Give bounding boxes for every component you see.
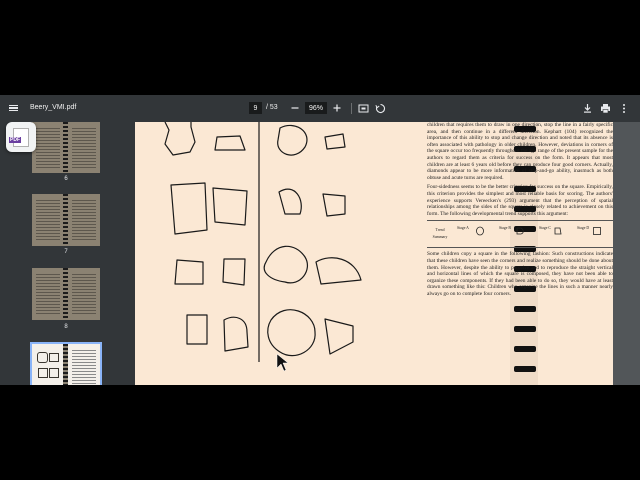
pdf-badge-text: PDF <box>9 136 21 143</box>
drawn-shape <box>186 314 208 345</box>
thumbnail-label: 6 <box>64 176 68 182</box>
thumbnail-sidebar: 6 7 8 PDF <box>0 122 135 385</box>
pdf-viewer: Beery_VMI.pdf 9 / 53 96% 6 7 8 PDF child… <box>0 95 640 385</box>
rotate-icon[interactable] <box>375 103 386 114</box>
stage-label: Stage B <box>499 226 511 231</box>
drawn-shape <box>222 258 246 286</box>
spiral-binding <box>514 346 536 352</box>
drawn-shape <box>324 318 354 355</box>
page-number-input[interactable]: 9 <box>249 102 262 114</box>
drawn-shape <box>174 259 204 285</box>
print-icon[interactable] <box>600 103 611 114</box>
stage-a-shape <box>476 226 484 236</box>
zoom-level-input[interactable]: 96% <box>305 102 327 114</box>
drawn-shape <box>277 124 308 156</box>
pdf-file-icon: PDF <box>6 122 36 152</box>
document-page: children that requires them to draw in o… <box>135 122 640 385</box>
thumbnail-page-9[interactable] <box>30 342 102 385</box>
thumbnail-label: 7 <box>64 249 68 255</box>
thumbnail-page-6[interactable] <box>32 122 100 173</box>
drawn-shape <box>214 135 246 151</box>
thumbnail-page-8[interactable] <box>32 268 100 320</box>
trend-label: Trend Summary <box>432 228 448 239</box>
download-icon[interactable] <box>582 103 593 114</box>
mouse-cursor <box>276 353 289 372</box>
thumbnail-page-7[interactable] <box>32 194 100 246</box>
trend-summary-row: Trend Summary Stage A Stage B Stage C St… <box>427 220 613 249</box>
file-name: Beery_VMI.pdf <box>30 104 77 111</box>
drawn-shape <box>267 309 316 357</box>
drawn-shape <box>278 188 302 215</box>
stage-d-shape <box>593 227 601 236</box>
body-text: children that requires them to draw in o… <box>427 122 613 300</box>
zoom-out-icon[interactable] <box>290 103 300 113</box>
drawn-shape <box>315 257 362 285</box>
page-total: / 53 <box>266 104 278 111</box>
paragraph: Four-sidedness seems to be the better cr… <box>427 184 613 217</box>
stage-b-shape <box>516 227 524 235</box>
paragraph: Some children copy a square in the follo… <box>427 251 613 297</box>
drawn-shape <box>170 182 208 235</box>
drawn-shape <box>164 122 196 156</box>
spiral-binding <box>514 326 536 332</box>
thumbnail-label: 8 <box>64 324 68 330</box>
menu-icon[interactable] <box>7 102 19 114</box>
stage-label: Stage D <box>577 226 590 231</box>
zoom-in-icon[interactable] <box>332 103 342 113</box>
drawn-shape <box>212 187 248 226</box>
more-vert-icon[interactable] <box>620 103 628 114</box>
fit-page-icon[interactable] <box>358 103 369 114</box>
drawn-shape <box>322 193 346 217</box>
spiral-binding <box>514 366 536 372</box>
drawn-shape <box>263 245 308 284</box>
toolbar: Beery_VMI.pdf 9 / 53 96% <box>0 95 640 122</box>
stage-label: Stage A <box>457 226 469 231</box>
page-edge-background <box>613 122 640 385</box>
paragraph: children that requires them to draw in o… <box>427 122 613 181</box>
stage-c-shape <box>554 227 562 235</box>
stage-label: Stage C <box>539 226 551 231</box>
drawn-shape <box>324 133 346 150</box>
drawn-shape <box>223 316 249 352</box>
toolbar-divider <box>351 103 352 114</box>
spiral-binding <box>514 306 536 312</box>
